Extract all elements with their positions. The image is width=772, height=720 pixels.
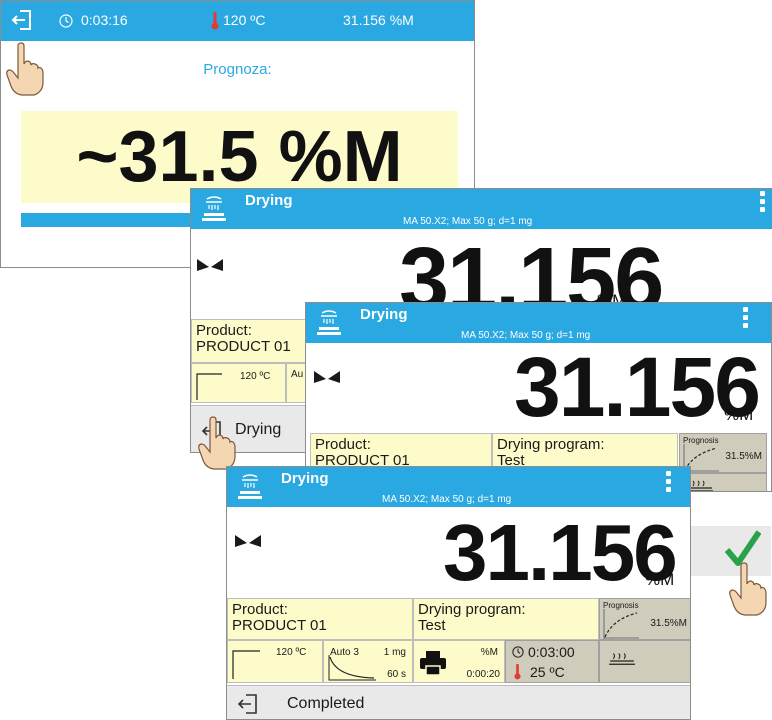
status-time: 0:03:00 xyxy=(528,644,575,660)
exit-icon[interactable] xyxy=(11,9,33,31)
product-label: Product: xyxy=(232,601,288,618)
sample-pan-button[interactable] xyxy=(679,473,767,491)
product-label: Product: xyxy=(196,322,252,339)
product-cell[interactable]: Product: PRODUCT 01 xyxy=(191,319,306,363)
printout-interval: 0:00:20 xyxy=(466,669,500,680)
finish-mass: 1 mg xyxy=(383,647,406,658)
prognosis-button[interactable]: Prognosis 31.5%M xyxy=(679,433,767,473)
temperature-readout: 120 ºC xyxy=(223,12,266,28)
product-label: Product: xyxy=(315,436,371,453)
status-temperature: 25 ºC xyxy=(530,664,565,680)
drying-program-label: Drying program: xyxy=(497,436,605,453)
temperature-profile-cell[interactable]: 120 ºC xyxy=(227,640,323,683)
printout-cell[interactable]: %M 0:00:20 xyxy=(413,640,505,683)
profile-temperature: 120 ºC xyxy=(276,647,307,658)
window-title-bar: Drying MA 50.X2; Max 50 g; d=1 mg xyxy=(191,189,772,229)
menu-kebab-icon[interactable] xyxy=(743,307,749,331)
profile-temperature: 120 ºC xyxy=(240,371,271,382)
window-title: Drying xyxy=(281,470,329,487)
auto-mode-curve-icon xyxy=(328,655,376,681)
drying-button-label: Drying xyxy=(235,421,282,438)
balance-info: MA 50.X2; Max 50 g; d=1 mg xyxy=(403,216,533,227)
window-title-bar: Drying MA 50.X2; Max 50 g; d=1 mg xyxy=(227,467,690,507)
stability-icon xyxy=(197,259,223,271)
thermometer-icon xyxy=(514,664,521,680)
product-cell[interactable]: Product: PRODUCT 01 xyxy=(227,598,413,640)
elapsed-time: 0:03:16 xyxy=(81,12,128,28)
profile-standard-icon xyxy=(196,373,222,400)
weight-reading: 31.156 xyxy=(514,340,761,434)
exit-icon xyxy=(237,694,257,714)
prognosis-value: 31.5%M xyxy=(650,618,687,629)
drying-program-label: Drying program: xyxy=(418,601,526,618)
reading-unit: %M xyxy=(645,570,675,589)
finish-mode-label: Au xyxy=(291,369,304,380)
drying-program-cell[interactable]: Drying program: Test xyxy=(413,598,599,640)
stability-icon xyxy=(314,371,340,383)
product-value: PRODUCT 01 xyxy=(232,617,327,634)
balance-info: MA 50.X2; Max 50 g; d=1 mg xyxy=(382,494,512,505)
sample-pan-icon xyxy=(609,653,635,665)
menu-kebab-icon[interactable] xyxy=(760,191,766,215)
prognosis-curve-icon xyxy=(603,609,639,639)
finish-mode-cell[interactable]: Auto 3 1 mg 60 s xyxy=(323,640,413,683)
drying-window-2: Drying MA 50.X2; Max 50 g; d=1 mg 31.156… xyxy=(305,302,772,492)
thermometer-icon xyxy=(211,12,219,30)
drying-icon xyxy=(317,310,341,335)
hand-pointer-icon xyxy=(6,42,44,96)
prognosis-title: Prognoza: xyxy=(203,61,272,78)
window-title: Drying xyxy=(360,306,408,323)
profile-standard-icon xyxy=(232,650,260,679)
prognosis-value: 31.5%M xyxy=(725,451,762,462)
drying-icon xyxy=(238,474,262,499)
drying-icon xyxy=(202,196,226,221)
prognosis-top-bar: 0:03:16 120 ºC 31.156 %M xyxy=(1,1,474,41)
finish-mode-cell[interactable]: Au xyxy=(286,363,306,403)
weight-reading: 31.156 xyxy=(443,508,678,597)
prognosis-button[interactable]: Prognosis 31.5%M xyxy=(599,598,690,640)
clock-icon xyxy=(512,646,524,658)
status-cell: 0:03:00 25 ºC xyxy=(505,640,599,683)
stability-icon xyxy=(235,535,261,547)
completed-button[interactable]: Completed xyxy=(227,685,690,719)
clock-icon xyxy=(59,14,73,28)
printer-icon xyxy=(420,651,446,675)
sample-pan-button[interactable] xyxy=(599,640,690,683)
temperature-profile-cell[interactable]: 120 ºC xyxy=(191,363,286,403)
window-title: Drying xyxy=(245,192,293,209)
window-title-bar: Drying MA 50.X2; Max 50 g; d=1 mg xyxy=(306,303,771,343)
menu-kebab-icon[interactable] xyxy=(666,471,672,495)
drying-window-3: Drying MA 50.X2; Max 50 g; d=1 mg 31.156… xyxy=(226,466,691,720)
completed-label: Completed xyxy=(287,695,365,712)
sample-pan-icon xyxy=(689,480,713,491)
reading-unit: %M xyxy=(724,405,754,424)
product-value: PRODUCT 01 xyxy=(196,338,291,355)
moisture-readout: 31.156 %M xyxy=(343,12,414,28)
printout-unit: %M xyxy=(480,647,498,658)
hand-pointer-icon xyxy=(198,416,236,470)
hand-pointer-icon xyxy=(729,562,767,616)
finish-time: 60 s xyxy=(387,669,406,680)
drying-program-value: Test xyxy=(418,617,446,634)
